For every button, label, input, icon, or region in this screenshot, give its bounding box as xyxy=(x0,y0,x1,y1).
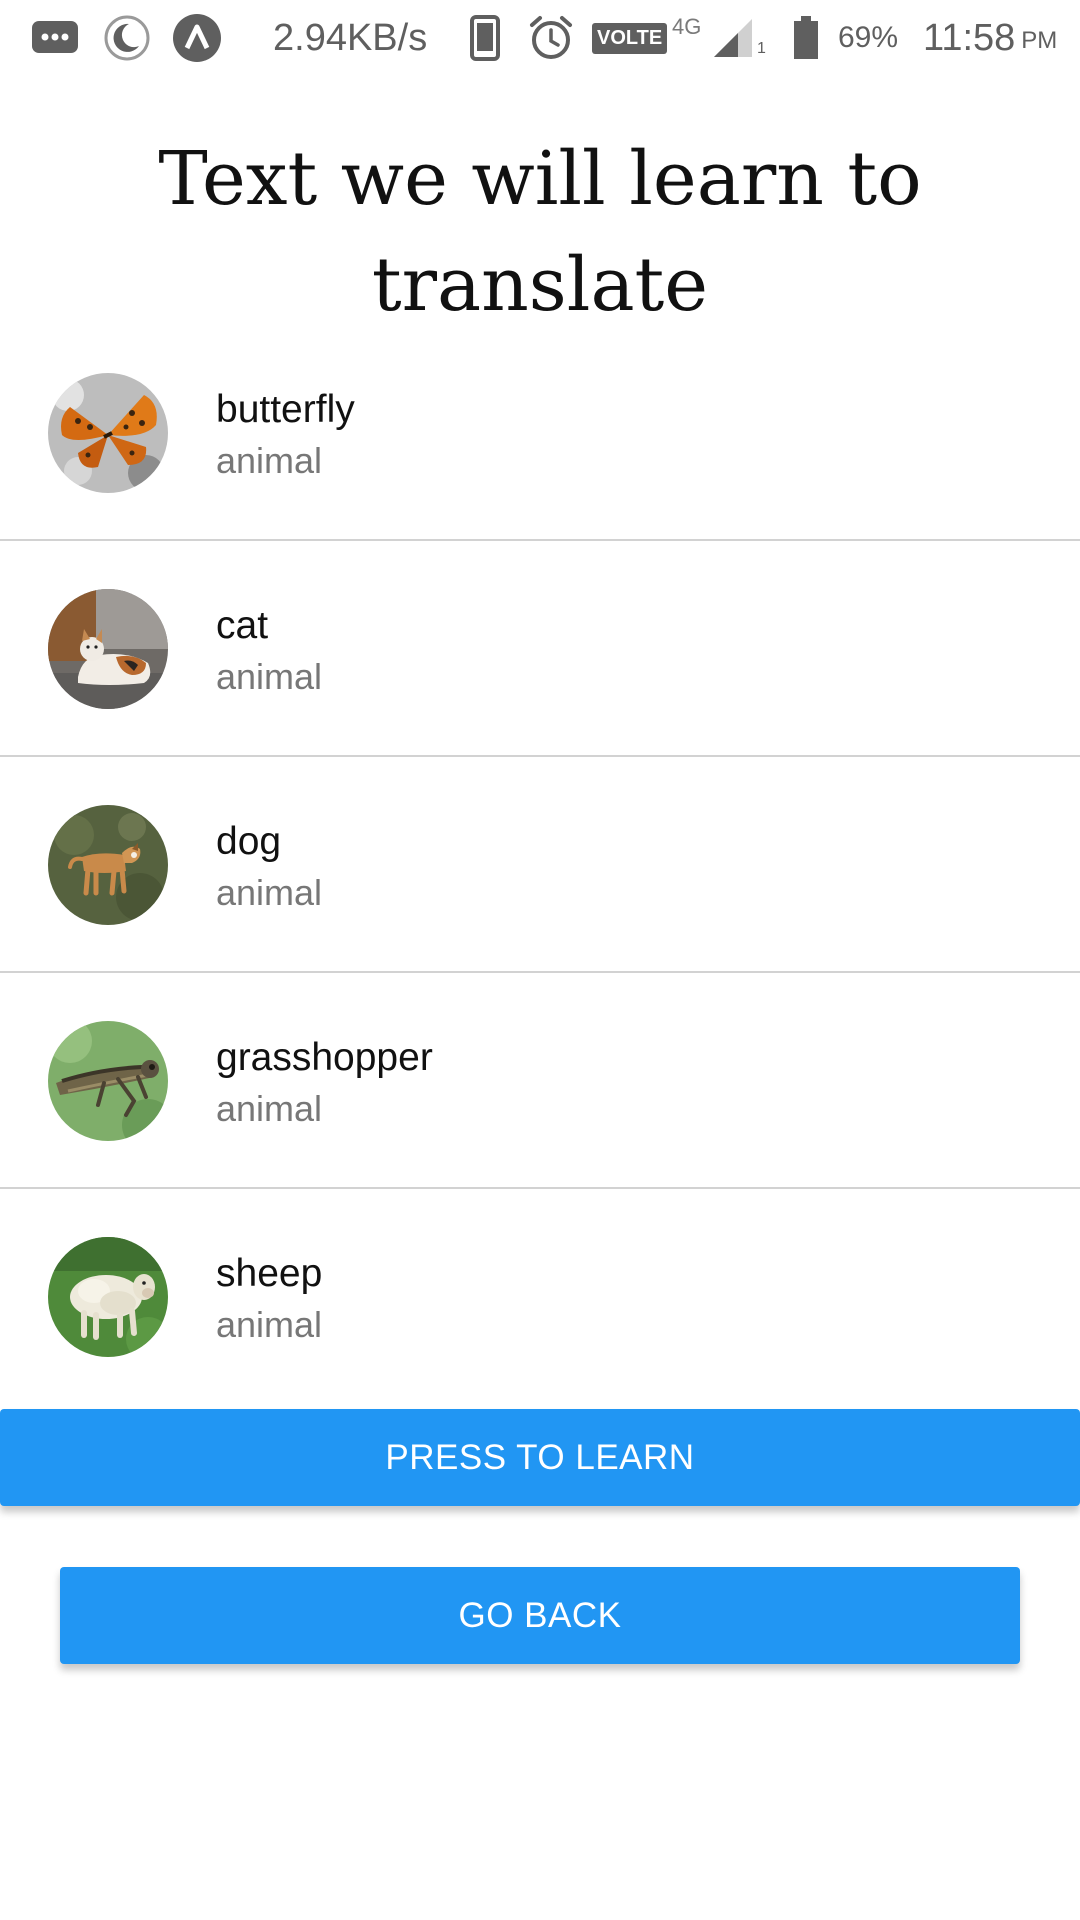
butterfly-image xyxy=(48,373,168,493)
list-item[interactable]: dog animal xyxy=(0,757,1080,973)
animal-list: butterfly animal cat animal dog animal g… xyxy=(0,325,1080,1405)
page-title: Text we will learn to translate xyxy=(158,136,922,328)
list-item[interactable]: butterfly animal xyxy=(0,325,1080,541)
sheep-image xyxy=(48,1237,168,1357)
volte-icon: VOLTE xyxy=(592,0,668,76)
grasshopper-image xyxy=(48,1021,168,1141)
messages-icon xyxy=(30,0,80,76)
item-subtitle: animal xyxy=(216,1088,323,1129)
clock-suffix: PM xyxy=(1021,27,1058,54)
app-icon xyxy=(172,0,222,76)
network-speed: 2.94KB/s xyxy=(273,16,428,59)
cat-image xyxy=(48,589,168,709)
signal-icon xyxy=(712,0,756,76)
volte-label: VOLTE xyxy=(592,22,668,54)
item-subtitle: animal xyxy=(216,656,323,697)
press-to-learn-button[interactable]: PRESS TO LEARN xyxy=(0,1409,1080,1506)
go-back-button[interactable]: GO BACK xyxy=(60,1567,1020,1664)
status-bar: 2.94KB/s VOLTE 4G 1 69% 11:58 PM xyxy=(0,0,1080,76)
moon-icon xyxy=(103,0,151,76)
item-title: dog xyxy=(216,820,282,863)
item-title: cat xyxy=(216,604,269,647)
sim-slot-label: 1 xyxy=(757,40,766,57)
item-title: grasshopper xyxy=(216,1036,433,1079)
clock: 11:58 PM xyxy=(923,0,1057,76)
list-item[interactable]: sheep animal xyxy=(0,1189,1080,1405)
item-title: sheep xyxy=(216,1252,323,1295)
phone-icon xyxy=(470,0,500,76)
item-subtitle: animal xyxy=(216,872,323,913)
network-type-label: 4G xyxy=(672,14,702,39)
item-subtitle: animal xyxy=(216,1304,323,1345)
clock-time: 11:58 xyxy=(923,16,1016,59)
battery-icon xyxy=(793,0,819,76)
network-type: 4G xyxy=(672,0,701,76)
sim-slot: 1 xyxy=(757,0,766,76)
item-subtitle: animal xyxy=(216,440,323,481)
item-title: butterfly xyxy=(216,388,355,431)
list-item[interactable]: cat animal xyxy=(0,541,1080,757)
battery-percent: 69% xyxy=(838,21,899,54)
list-item[interactable]: grasshopper animal xyxy=(0,973,1080,1189)
dog-image xyxy=(48,805,168,925)
alarm-icon xyxy=(528,0,574,76)
